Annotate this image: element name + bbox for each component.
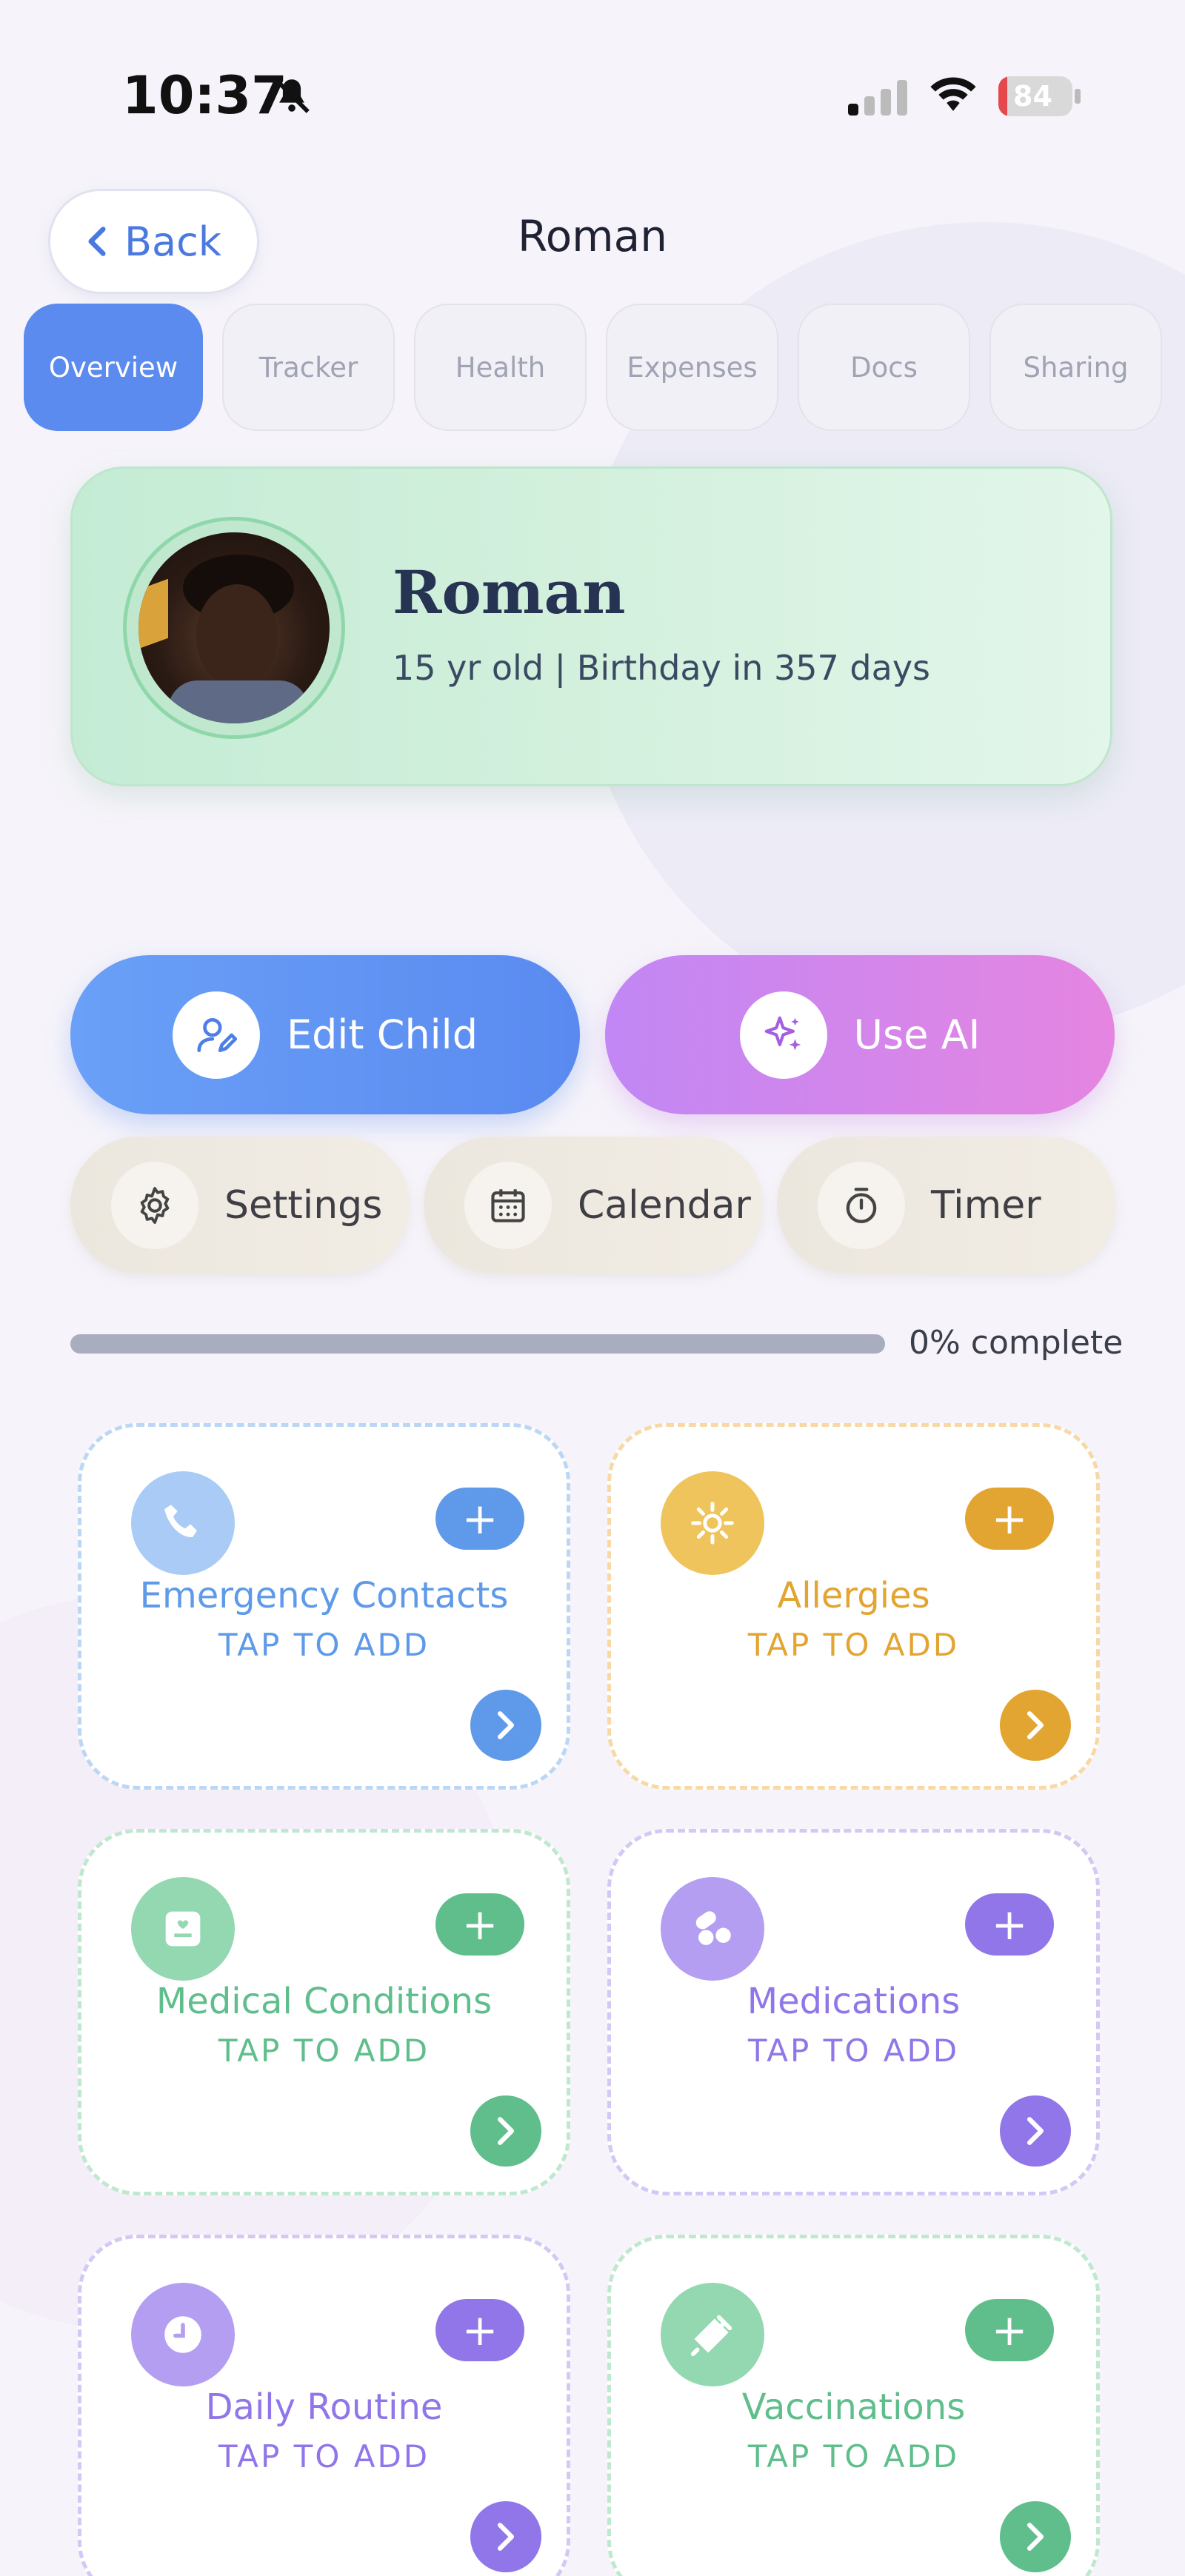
card-allergies[interactable]: + Allergies TAP TO ADD xyxy=(607,1423,1100,1790)
add-button[interactable]: + xyxy=(435,1488,524,1550)
card-subtitle: TAP TO ADD xyxy=(747,2033,960,2069)
clock-icon xyxy=(131,2283,235,2386)
tab-docs[interactable]: Docs xyxy=(798,304,970,431)
card-title: Medications xyxy=(747,1981,961,2022)
card-vaccinations[interactable]: + Vaccinations TAP TO ADD xyxy=(607,2235,1100,2576)
card-subtitle: TAP TO ADD xyxy=(747,1627,960,1663)
card-subtitle: TAP TO ADD xyxy=(218,2033,430,2069)
medical-record-icon xyxy=(131,1877,235,1981)
status-time: 10:37 xyxy=(122,65,287,126)
use-ai-label: Use AI xyxy=(853,1011,981,1058)
quick-links: Settings Calendar Timer xyxy=(70,1137,1116,1274)
card-title: Allergies xyxy=(777,1575,930,1616)
add-button[interactable]: + xyxy=(965,1488,1054,1550)
card-subtitle: TAP TO ADD xyxy=(218,1627,430,1663)
add-button[interactable]: + xyxy=(435,1893,524,1956)
card-title: Vaccinations xyxy=(741,2386,966,2428)
use-ai-button[interactable]: Use AI xyxy=(605,955,1115,1114)
settings-button[interactable]: Settings xyxy=(70,1137,410,1274)
card-emergency-contacts[interactable]: + Emergency Contacts TAP TO ADD xyxy=(78,1423,570,1790)
avatar-ring xyxy=(123,517,345,739)
card-title: Daily Routine xyxy=(205,2386,443,2428)
signal-icon xyxy=(848,80,907,116)
edit-user-icon xyxy=(173,991,261,1079)
bell-muted-icon xyxy=(274,78,310,113)
sparkles-icon xyxy=(739,991,827,1079)
wifi-icon xyxy=(930,77,976,111)
card-daily-routine[interactable]: + Daily Routine TAP TO ADD xyxy=(78,2235,570,2576)
page-title: Roman xyxy=(518,211,667,261)
settings-label: Settings xyxy=(224,1182,383,1228)
tab-sharing[interactable]: Sharing xyxy=(989,304,1162,431)
tab-bar: Overview Tracker Health Expenses Docs Sh… xyxy=(24,304,1162,431)
add-button[interactable]: + xyxy=(435,2299,524,2361)
child-name: Roman xyxy=(393,558,626,627)
chevron-right-icon[interactable] xyxy=(470,1690,541,1761)
battery-indicator: 84 xyxy=(998,76,1081,116)
battery-percent: 84 xyxy=(1013,80,1052,113)
calendar-icon xyxy=(464,1161,552,1249)
edit-child-button[interactable]: Edit Child xyxy=(70,955,580,1114)
tab-tracker[interactable]: Tracker xyxy=(222,304,395,431)
allergen-icon xyxy=(661,1471,764,1575)
child-age-birthday: 15 yr old | Birthday in 357 days xyxy=(393,648,931,688)
tab-expenses[interactable]: Expenses xyxy=(606,304,778,431)
chevron-right-icon[interactable] xyxy=(470,2095,541,2167)
add-button[interactable]: + xyxy=(965,1893,1054,1956)
syringe-icon xyxy=(661,2283,764,2386)
completion-progress-bar xyxy=(70,1334,885,1354)
chevron-right-icon[interactable] xyxy=(1000,2501,1071,2572)
card-medications[interactable]: + Medications TAP TO ADD xyxy=(607,1829,1100,2195)
card-medical-conditions[interactable]: + Medical Conditions TAP TO ADD xyxy=(78,1829,570,2195)
chevron-right-icon[interactable] xyxy=(1000,1690,1071,1761)
chevron-right-icon[interactable] xyxy=(470,2501,541,2572)
phone-icon xyxy=(131,1471,235,1575)
calendar-label: Calendar xyxy=(578,1182,751,1228)
card-subtitle: TAP TO ADD xyxy=(218,2438,430,2475)
card-title: Emergency Contacts xyxy=(139,1575,509,1616)
add-button[interactable]: + xyxy=(965,2299,1054,2361)
card-title: Medical Conditions xyxy=(156,1981,493,2022)
gear-icon xyxy=(111,1161,198,1249)
timer-label: Timer xyxy=(931,1182,1041,1228)
pills-icon xyxy=(661,1877,764,1981)
completion-label: 0% complete xyxy=(909,1324,1124,1362)
tab-overview[interactable]: Overview xyxy=(24,304,203,431)
chevron-right-icon[interactable] xyxy=(1000,2095,1071,2167)
stopwatch-icon xyxy=(818,1161,905,1249)
profile-card: Roman 15 yr old | Birthday in 357 days xyxy=(70,466,1112,786)
timer-button[interactable]: Timer xyxy=(777,1137,1116,1274)
edit-child-label: Edit Child xyxy=(287,1011,478,1058)
calendar-button[interactable]: Calendar xyxy=(424,1137,763,1274)
tab-health[interactable]: Health xyxy=(414,304,587,431)
avatar[interactable] xyxy=(138,532,330,723)
card-subtitle: TAP TO ADD xyxy=(747,2438,960,2475)
